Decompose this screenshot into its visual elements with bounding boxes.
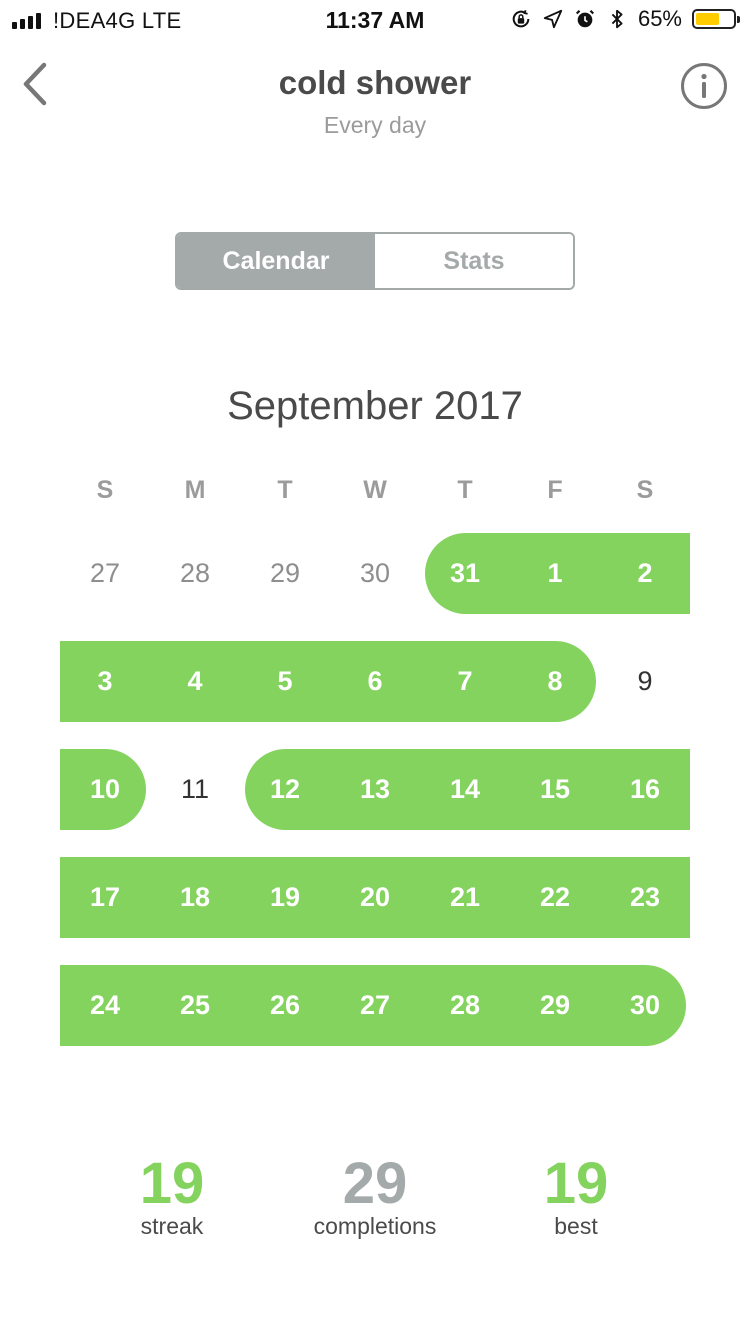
calendar-day[interactable]: 11 — [150, 749, 240, 830]
weekday-label: M — [184, 476, 206, 504]
location-arrow-icon — [543, 9, 563, 29]
calendar-day[interactable]: 21 — [420, 857, 510, 938]
info-button[interactable] — [680, 62, 728, 110]
calendar-day[interactable]: 2 — [600, 533, 690, 614]
alarm-icon — [575, 9, 594, 28]
battery-icon — [692, 9, 740, 29]
status-icons: 65% — [510, 6, 740, 32]
calendar-day[interactable]: 16 — [600, 749, 690, 830]
calendar-day[interactable]: 14 — [420, 749, 510, 830]
calendar-day[interactable]: 5 — [240, 641, 330, 722]
calendar-day[interactable]: 19 — [240, 857, 330, 938]
completions-value: 29 — [342, 1151, 408, 1216]
battery-cap — [737, 16, 740, 23]
tab-stats[interactable]: Stats — [375, 234, 573, 288]
battery-level-fill — [696, 13, 719, 25]
calendar-day[interactable]: 30 — [600, 965, 690, 1046]
calendar-day[interactable]: 28 — [420, 965, 510, 1046]
streak-value: 19 — [139, 1151, 205, 1216]
calendar-day[interactable]: 1 — [510, 533, 600, 614]
weekday-label: S — [636, 476, 654, 504]
calendar-day[interactable]: 15 — [510, 749, 600, 830]
calendar-day[interactable]: 23 — [600, 857, 690, 938]
weekday-label: F — [547, 476, 563, 504]
calendar-day[interactable]: 17 — [60, 857, 150, 938]
habit-frequency: Every day — [323, 112, 427, 138]
weekday-label: T — [457, 476, 473, 504]
calendar-day[interactable]: 31 — [420, 533, 510, 614]
calendar-day[interactable]: 28 — [150, 533, 240, 614]
calendar-day[interactable]: 20 — [330, 857, 420, 938]
calendar-day[interactable]: 3 — [60, 641, 150, 722]
calendar-day[interactable]: 18 — [150, 857, 240, 938]
calendar-day[interactable]: 8 — [510, 641, 600, 722]
calendar-day[interactable]: 30 — [330, 533, 420, 614]
streak-label: streak — [140, 1213, 204, 1239]
calendar-day[interactable]: 7 — [420, 641, 510, 722]
info-circle-icon — [681, 63, 727, 109]
weekday-label: W — [363, 476, 387, 504]
calendar-day[interactable]: 4 — [150, 641, 240, 722]
tab-calendar[interactable]: Calendar — [177, 234, 375, 288]
habit-title: cold shower — [278, 64, 472, 101]
calendar-day[interactable]: 9 — [600, 641, 690, 722]
calendar-day[interactable]: 10 — [60, 749, 150, 830]
orientation-lock-icon — [512, 10, 530, 28]
best-stat: 19 best — [476, 1152, 676, 1240]
calendar-day[interactable]: 27 — [60, 533, 150, 614]
battery-percent: 65% — [637, 6, 682, 31]
best-value: 19 — [543, 1151, 609, 1216]
completions-label: completions — [313, 1213, 437, 1239]
calendar-day[interactable]: 29 — [240, 533, 330, 614]
calendar-day[interactable]: 12 — [240, 749, 330, 830]
calendar-day[interactable]: 6 — [330, 641, 420, 722]
calendar-day[interactable]: 25 — [150, 965, 240, 1046]
calendar-day[interactable]: 27 — [330, 965, 420, 1046]
weekday-label: S — [96, 476, 114, 504]
best-label: best — [554, 1213, 598, 1239]
streak-stat: 19 streak — [72, 1152, 272, 1240]
calendar-day[interactable]: 26 — [240, 965, 330, 1046]
calendar-day[interactable]: 22 — [510, 857, 600, 938]
calendar-day[interactable]: 13 — [330, 749, 420, 830]
calendar-day[interactable]: 29 — [510, 965, 600, 1046]
month-title: September 2017 — [227, 384, 523, 428]
status-bar: !DEA4G LTE 11:37 AM 65% — [0, 0, 750, 40]
weekday-label: T — [277, 476, 293, 504]
view-toggle: Calendar Stats — [175, 232, 575, 290]
bluetooth-icon — [611, 9, 623, 29]
calendar-day[interactable]: 24 — [60, 965, 150, 1046]
completions-stat: 29 completions — [275, 1152, 475, 1240]
